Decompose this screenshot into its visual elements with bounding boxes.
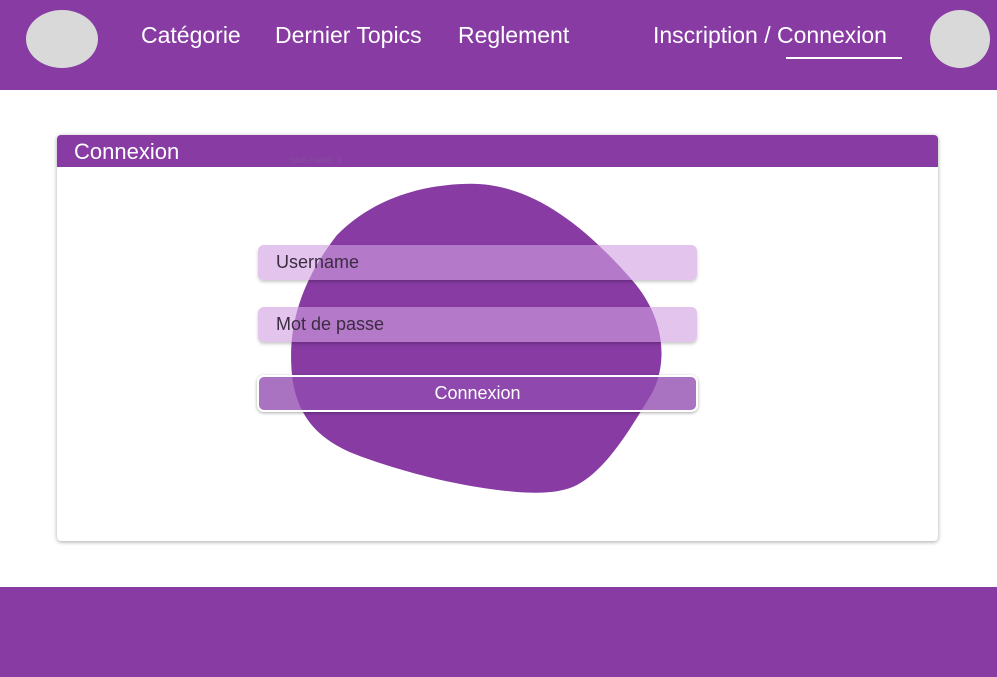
auth-separator: /: [757, 22, 777, 48]
user-avatar[interactable]: [930, 10, 990, 68]
connexion-button-label: Connexion: [434, 383, 521, 403]
nav-link-dernier-topics[interactable]: Dernier Topics: [275, 20, 422, 50]
username-input[interactable]: Username: [258, 245, 697, 280]
username-placeholder: Username: [276, 252, 360, 272]
logo-avatar[interactable]: [26, 10, 98, 68]
nav-link-categorie[interactable]: Catégorie: [141, 20, 241, 50]
nav-link-inscription[interactable]: Inscription: [653, 22, 758, 48]
connexion-button[interactable]: Connexion: [257, 375, 698, 412]
footer-bar: [0, 587, 997, 677]
top-nav-bar: Catégorie Dernier Topics Reglement Inscr…: [0, 0, 997, 90]
nav-link-connexion[interactable]: Connexion: [777, 22, 887, 48]
auth-links: Inscription / Connexion: [653, 20, 887, 50]
password-placeholder: Mot de passe: [276, 314, 385, 334]
nav-link-reglement[interactable]: Reglement: [458, 20, 569, 50]
active-nav-underline: [786, 57, 902, 59]
password-input[interactable]: Mot de passe: [258, 307, 697, 342]
login-card: Connexion blob-haikei 3 Username Mot de …: [57, 135, 938, 541]
